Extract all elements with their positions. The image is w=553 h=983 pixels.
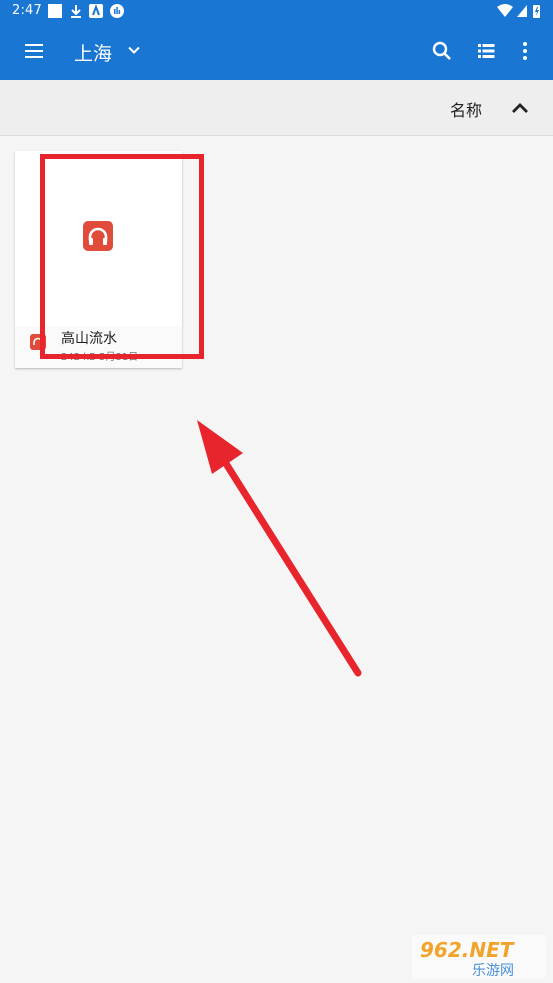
svg-text:962.NET: 962.NET <box>420 938 515 962</box>
svg-text:乐游网: 乐游网 <box>472 963 514 979</box>
watermark-logo: 962.NET 乐游网 <box>412 935 546 979</box>
annotation-arrow <box>197 420 362 677</box>
